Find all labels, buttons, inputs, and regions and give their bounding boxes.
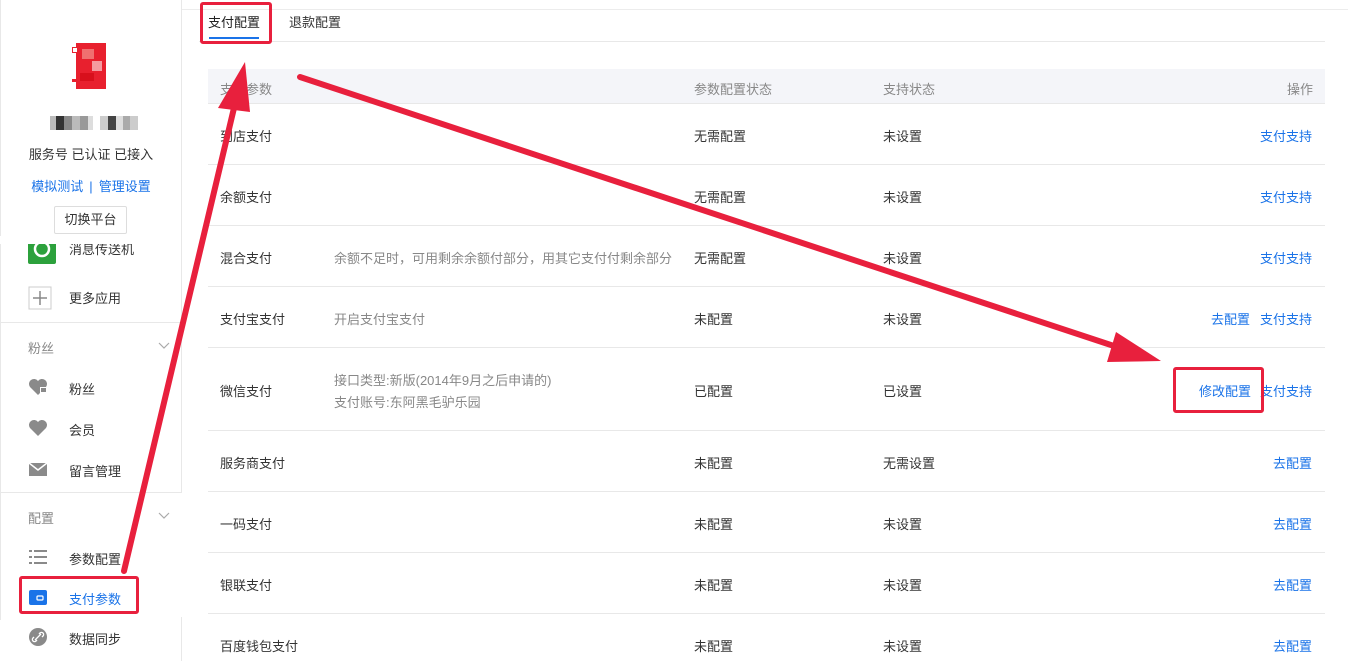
go-config-link[interactable]: 去配置 (1273, 514, 1312, 533)
go-config-link[interactable]: 去配置 (1273, 636, 1312, 655)
column-header-config-status: 参数配置状态 (694, 82, 773, 97)
annotation-highlight-box (200, 2, 272, 44)
sidebar-item-label: 参数配置 (69, 552, 122, 567)
account-name-masked (50, 116, 140, 130)
column-header-actions: 操作 (1286, 82, 1313, 97)
chevron-down-icon[interactable] (158, 508, 170, 519)
sidebar-item-label: 会员 (69, 423, 96, 438)
config-status: 未配置 (694, 578, 734, 593)
support-status: 已设置 (883, 384, 923, 399)
pay-method-description: 开启支付宝支付 (334, 312, 426, 327)
support-status: 未设置 (883, 251, 923, 266)
config-status: 未配置 (694, 456, 734, 471)
divider (0, 322, 182, 323)
switch-platform-button[interactable]: 切换平台 (54, 206, 127, 234)
pay-method-name: 银联支付 (220, 578, 273, 593)
config-status: 已配置 (694, 384, 734, 399)
sidebar-item-label: 更多应用 (69, 291, 122, 306)
avatar[interactable] (72, 43, 110, 89)
table-row: 服务商支付 未配置 无需设置 去配置 (208, 431, 1325, 492)
table-row: 余额支付 无需配置 未设置 支付支持 (208, 165, 1325, 226)
top-border (182, 9, 1348, 10)
config-status: 无需配置 (694, 129, 747, 144)
section-fans-title: 粉丝 (28, 341, 55, 356)
go-config-link[interactable]: 去配置 (1211, 309, 1250, 328)
pay-method-name: 服务商支付 (220, 456, 286, 471)
go-config-link[interactable]: 去配置 (1273, 575, 1312, 594)
pay-support-link[interactable]: 支付支持 (1260, 309, 1312, 328)
config-status: 未配置 (694, 312, 734, 327)
pay-method-name: 混合支付 (220, 251, 273, 266)
pay-method-name: 一码支付 (220, 517, 273, 532)
account-status: 服务号 已认证 已接入 (28, 147, 154, 162)
tab-refund-config[interactable]: 退款配置 (289, 12, 341, 31)
pay-method-description: 接口类型:新版(2014年9月之后申请的) (334, 373, 552, 388)
config-status: 未配置 (694, 639, 734, 654)
go-config-link[interactable]: 去配置 (1273, 453, 1312, 472)
pay-support-link[interactable]: 支付支持 (1260, 187, 1312, 206)
table-row: 百度钱包支付 未配置 未设置 去配置 (208, 614, 1325, 661)
pay-method-name: 百度钱包支付 (220, 639, 299, 654)
chevron-down-icon[interactable] (158, 338, 170, 349)
config-status: 无需配置 (694, 251, 747, 266)
link-icon (28, 627, 48, 647)
table-row: 一码支付 未配置 未设置 去配置 (208, 492, 1325, 553)
sidebar-item-more-apps[interactable]: 更多应用 (0, 276, 182, 316)
sidebar-item-messages[interactable]: 留言管理 (0, 449, 182, 489)
table-row: 银联支付 未配置 未设置 去配置 (208, 553, 1325, 614)
support-status: 未设置 (883, 312, 923, 327)
manage-settings-link[interactable]: 管理设置 (99, 179, 151, 194)
link-separator: | (89, 179, 93, 194)
pay-support-link[interactable]: 支付支持 (1260, 126, 1312, 145)
annotation-highlight-box (1173, 367, 1264, 413)
section-config-title: 配置 (28, 511, 55, 526)
pay-method-name: 支付宝支付 (220, 312, 286, 327)
pay-method-name: 余额支付 (220, 190, 273, 205)
sidebar: 服务号 已认证 已接入 模拟测试 | 管理设置 切换平台 消息传送机 更多应用 粉丝 (0, 0, 182, 661)
pay-method-name: 到店支付 (220, 129, 273, 144)
sidebar-item-param-config[interactable]: 参数配置 (0, 537, 182, 577)
support-status: 未设置 (883, 517, 923, 532)
sidebar-item-label: 数据同步 (69, 632, 122, 647)
column-header-support-status: 支持状态 (883, 82, 936, 97)
sidebar-item-data-sync[interactable]: 数据同步 (0, 617, 182, 657)
sidebar-item-fans[interactable]: 粉丝 (0, 367, 182, 407)
simulate-test-link[interactable]: 模拟测试 (31, 179, 83, 194)
sidebar-item-members[interactable]: 会员 (0, 408, 182, 448)
support-status: 未设置 (883, 129, 923, 144)
pay-support-link[interactable]: 支付支持 (1260, 248, 1312, 267)
account-profile: 服务号 已认证 已接入 模拟测试 | 管理设置 切换平台 (0, 0, 182, 245)
list-icon (28, 547, 48, 567)
heart-icon (28, 418, 48, 438)
pay-method-description: 支付账号:东阿黑毛驴乐园 (334, 395, 481, 410)
tabs-divider (199, 41, 1325, 42)
table-row: 到店支付 无需配置 未设置 支付支持 (208, 104, 1325, 165)
account-links: 模拟测试 | 管理设置 (0, 176, 182, 195)
support-status: 未设置 (883, 190, 923, 205)
support-status: 未设置 (883, 639, 923, 654)
support-status: 未设置 (883, 578, 923, 593)
sidebar-item-label: 留言管理 (69, 464, 122, 479)
table-row: 支付宝支付 开启支付宝支付 未配置 未设置 去配置 支付支持 (208, 287, 1325, 348)
table-row: 微信支付 接口类型:新版(2014年9月之后申请的) 支付账号:东阿黑毛驴乐园 … (208, 348, 1325, 431)
plus-icon (28, 286, 52, 310)
support-status: 无需设置 (883, 456, 936, 471)
divider (0, 492, 182, 493)
mail-icon (28, 459, 48, 479)
heart-tag-icon (28, 377, 48, 397)
config-status: 未配置 (694, 517, 734, 532)
pay-method-description: 余额不足时，可用剩余余额付部分，用其它支付付剩余部分 (334, 251, 673, 266)
table-header: 支付参数 参数配置状态 支持状态 操作 (208, 69, 1325, 104)
column-header-pay-param: 支付参数 (220, 82, 273, 97)
pay-support-link[interactable]: 支付支持 (1260, 381, 1312, 400)
config-status: 无需配置 (694, 190, 747, 205)
sidebar-item-label: 粉丝 (69, 382, 96, 397)
table-row: 混合支付 余额不足时，可用剩余余额付部分，用其它支付付剩余部分 无需配置 未设置… (208, 226, 1325, 287)
pay-method-name: 微信支付 (220, 384, 273, 399)
annotation-highlight-box (19, 576, 139, 614)
